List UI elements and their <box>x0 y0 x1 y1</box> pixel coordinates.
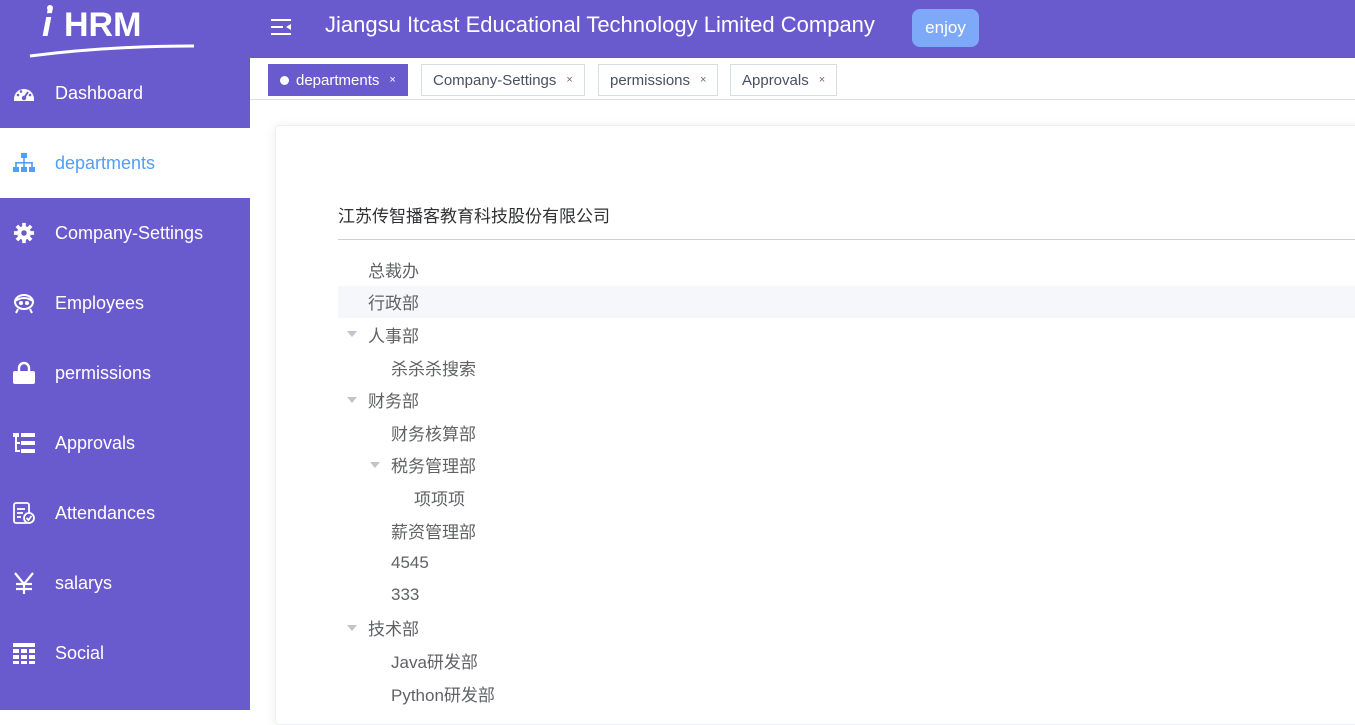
sidebar-item-label: salarys <box>55 572 113 593</box>
tree-node[interactable]: Java研发部 <box>338 644 1355 677</box>
tag-permissions[interactable]: permissions × <box>598 64 719 96</box>
tree-node[interactable]: 行政部 <box>338 285 1355 319</box>
company-title: Jiangsu Itcast Educational Technology Li… <box>325 12 875 37</box>
grid-table-icon <box>12 641 36 665</box>
tree-node[interactable]: 财务部 <box>338 383 1355 416</box>
tree-node[interactable]: 税务管理部 <box>338 449 1355 482</box>
tree-node[interactable]: Python研发部 <box>338 677 1355 710</box>
tree-node[interactable]: 技术部 <box>338 612 1355 645</box>
tree-node-label: 薪资管理部 <box>391 522 476 542</box>
tag-label: departments <box>296 71 380 89</box>
department-tree: 总裁办 行政部 人事部 杀杀杀搜索 财务部 财务核算部 税务管理部 项项项 薪资… <box>338 253 1355 709</box>
tag-label: Company-Settings <box>433 71 557 89</box>
top-navbar: Jiangsu Itcast Educational Technology Li… <box>250 0 1355 58</box>
main-content: 江苏传智播客教育科技股份有限公司 总裁办 行政部 人事部 杀杀杀搜索 财务部 财… <box>250 100 1355 725</box>
caret-down-icon[interactable] <box>347 624 357 631</box>
sidebar-item-social[interactable]: Social <box>0 618 250 688</box>
tree-node-label: 行政部 <box>368 294 419 314</box>
caret-down-icon[interactable] <box>347 396 357 403</box>
sidebar-item-approvals[interactable]: Approvals <box>0 408 250 478</box>
sidebar-item-permissions[interactable]: permissions <box>0 338 250 408</box>
tree-node-label: 总裁办 <box>368 261 419 281</box>
tree-node-label: 333 <box>391 585 420 605</box>
caret-down-icon[interactable] <box>370 461 380 468</box>
caret-down-icon[interactable] <box>347 331 357 338</box>
company-root-node[interactable]: 江苏传智播客教育科技股份有限公司 <box>338 202 610 227</box>
tag-company-settings[interactable]: Company-Settings × <box>421 64 585 96</box>
clipboard-check-icon <box>12 501 36 525</box>
user-icon <box>12 291 36 315</box>
active-dot-icon <box>280 75 289 85</box>
sidebar-item-label: departments <box>55 152 156 173</box>
sidebar: i HRM Dashboard departments Company-Sett… <box>0 0 250 710</box>
tag-approvals[interactable]: Approvals × <box>730 64 838 96</box>
sidebar-item-salarys[interactable]: salarys <box>0 548 250 618</box>
tree-node-label: 税务管理部 <box>391 457 476 477</box>
svg-text:HRM: HRM <box>64 6 141 44</box>
tree-node-label: Python研发部 <box>391 685 495 705</box>
gear-icon <box>12 221 36 245</box>
tree-node-label: Java研发部 <box>391 652 478 672</box>
yen-icon <box>12 571 36 595</box>
sidebar-item-departments[interactable]: departments <box>0 128 250 198</box>
ihrm-logo[interactable]: i HRM <box>28 0 198 58</box>
user-menu-button[interactable]: enjoy <box>912 9 979 47</box>
sidebar-item-label: Approvals <box>55 432 136 453</box>
tags-view-bar: departments × Company-Settings × permiss… <box>250 58 1355 100</box>
sidebar-item-label: Employees <box>55 292 145 313</box>
sidebar-item-dashboard[interactable]: Dashboard <box>0 58 250 128</box>
tree-node-label: 人事部 <box>368 326 419 346</box>
sidebar-item-label: Attendances <box>55 502 156 523</box>
sidebar-item-label: Company-Settings <box>55 222 204 243</box>
tree-node[interactable]: 333 <box>338 579 1355 612</box>
hamburger-toggle-icon[interactable] <box>270 16 292 38</box>
close-icon[interactable]: × <box>566 74 572 86</box>
tag-label: permissions <box>610 71 691 89</box>
tree-node[interactable]: 财务核算部 <box>338 416 1355 449</box>
department-card: 江苏传智播客教育科技股份有限公司 总裁办 行政部 人事部 杀杀杀搜索 财务部 财… <box>275 125 1355 725</box>
sidebar-item-company-settings[interactable]: Company-Settings <box>0 198 250 268</box>
tree-node[interactable]: 总裁办 <box>338 253 1355 286</box>
tree-node-label: 4545 <box>391 552 429 572</box>
tag-departments[interactable]: departments × <box>268 64 408 96</box>
sidebar-item-employees[interactable]: Employees <box>0 268 250 338</box>
lock-icon <box>12 361 36 385</box>
tree-node[interactable]: 薪资管理部 <box>338 514 1355 547</box>
org-tree-icon <box>12 151 36 175</box>
divider <box>338 239 1355 240</box>
sidebar-item-label: Dashboard <box>55 82 144 103</box>
tree-node-label: 财务核算部 <box>391 424 476 444</box>
tree-node[interactable]: 人事部 <box>338 318 1355 351</box>
tree-node-label: 杀杀杀搜索 <box>391 359 476 379</box>
tree-node[interactable]: 项项项 <box>338 481 1355 514</box>
tree-node[interactable]: 杀杀杀搜索 <box>338 351 1355 384</box>
sidebar-menu: Dashboard departments Company-Settings E… <box>0 58 250 688</box>
tag-label: Approvals <box>742 71 809 89</box>
close-icon[interactable]: × <box>819 74 825 86</box>
sidebar-item-label: Social <box>55 642 105 663</box>
tree-table-icon <box>12 431 36 455</box>
tree-node-label: 财务部 <box>368 392 419 412</box>
tree-node-label: 技术部 <box>368 620 419 640</box>
tree-node-label: 项项项 <box>414 489 465 509</box>
tree-node[interactable]: 4545 <box>338 546 1355 579</box>
sidebar-item-attendances[interactable]: Attendances <box>0 478 250 548</box>
close-icon[interactable]: × <box>389 74 395 86</box>
dashboard-icon <box>12 81 36 105</box>
sidebar-item-label: permissions <box>55 362 152 383</box>
close-icon[interactable]: × <box>700 74 706 86</box>
